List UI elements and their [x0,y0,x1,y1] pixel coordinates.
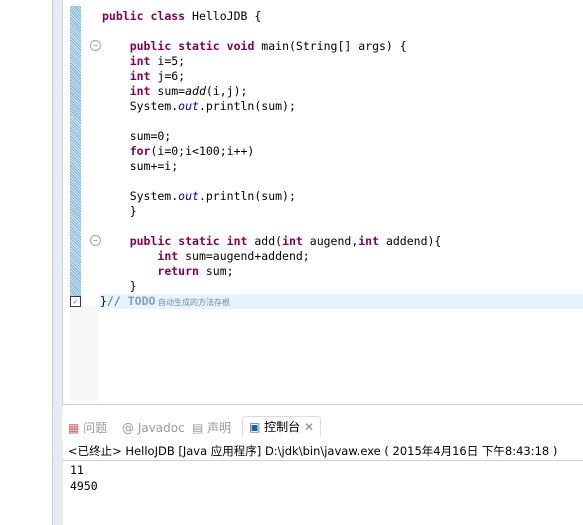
tab-declaration[interactable]: ▤ 声明 [192,418,231,438]
code-token: class [150,9,186,23]
code-token: return [157,264,199,278]
code-line[interactable]: } [102,279,137,294]
code-token: TODO [127,294,156,308]
bottom-panel-tabs: ▦ 问题 @ Javadoc ▤ 声明 ▣ 控制台 ✕ [62,414,583,440]
code-token: // [106,294,128,308]
code-token: static [178,39,220,53]
console-header: <已终止> HelloJDB [Java 应用程序] D:\jdk\bin\ja… [62,441,583,461]
code-line[interactable]: System.out.println(sum); [102,99,296,114]
code-token: main(String[] args) { [254,39,407,53]
tab-javadoc[interactable]: @ Javadoc [122,418,185,438]
code-editor[interactable]: − − ✓ public class HelloJDB { public sta… [62,0,583,405]
console-output-line: 4950 [70,479,98,493]
tab-console[interactable]: ▣ 控制台 ✕ [242,416,322,437]
code-token: for [129,144,151,158]
close-icon[interactable]: ✕ [304,420,314,434]
code-token: augend, [302,234,359,248]
code-line[interactable]: sum+=i; [102,159,178,174]
code-token: int [129,54,151,68]
code-token: addend){ [379,234,442,248]
code-token: int [358,234,380,248]
code-token: out [178,189,199,203]
declaration-icon: ▤ [192,421,204,435]
console-icon: ▣ [249,420,261,434]
code-token: int [282,234,303,248]
code-token: i=5; [150,54,186,68]
code-token: int [157,249,179,263]
code-token: 自动生成的方法存根 [155,298,230,307]
code-token: int [226,234,248,248]
code-line[interactable]: public class HelloJDB { [102,9,261,24]
code-line[interactable]: sum=0; [102,129,172,144]
code-line[interactable]: int sum=augend+addend; [102,249,310,264]
code-token: j=6; [150,69,186,83]
code-line[interactable]: for(i=0;i<100;i++) [102,144,255,159]
code-token: static [178,234,220,248]
code-token: int [129,84,151,98]
code-token: public [102,9,144,23]
task-checkbox-icon[interactable]: ✓ [70,296,81,307]
code-token: int [129,69,151,83]
code-token: System. [102,189,179,203]
code-token: out [178,99,199,113]
code-token: .println(sum); [198,189,296,203]
code-line[interactable]: public static void main(String[] args) { [102,39,407,54]
code-token: sum= [150,84,186,98]
code-token: sum=0; [102,129,172,143]
gutter [70,306,98,402]
code-token: } [102,279,137,293]
code-token: add [185,84,206,98]
console-output-line: 11 [70,463,84,477]
code-line[interactable]: } [102,204,137,219]
code-token: add( [247,234,283,248]
code-line[interactable]: int j=6; [102,69,185,84]
tab-problems[interactable]: ▦ 问题 [68,418,107,438]
code-token: (i=0;i<100;i++) [150,144,255,158]
code-token: public [129,39,172,53]
overview-ruler [70,6,81,306]
code-line[interactable]: int sum=add(i,j); [102,84,248,99]
code-token: sum=augend+addend; [178,249,310,263]
code-token: .println(sum); [198,99,296,113]
code-token: sum+=i; [102,159,179,173]
fold-collapse-icon[interactable]: − [90,40,101,51]
fold-collapse-icon[interactable]: − [90,235,101,246]
code-token: sum; [198,264,234,278]
code-token: System. [102,99,179,113]
code-token: void [226,39,255,53]
code-line[interactable]: System.out.println(sum); [102,189,296,204]
code-token: } [102,204,137,218]
code-line[interactable]: }// TODO 自动生成的方法存根 [100,294,583,309]
code-token: public [129,234,172,248]
code-line[interactable]: return sum; [102,264,234,279]
code-line[interactable]: public static int add(int augend,int add… [102,234,442,249]
code-token: HelloJDB { [185,9,262,23]
code-line[interactable]: int i=5; [102,54,185,69]
problems-icon: ▦ [68,421,80,435]
code-token: (i,j); [205,84,248,98]
code-token: } [100,294,107,308]
